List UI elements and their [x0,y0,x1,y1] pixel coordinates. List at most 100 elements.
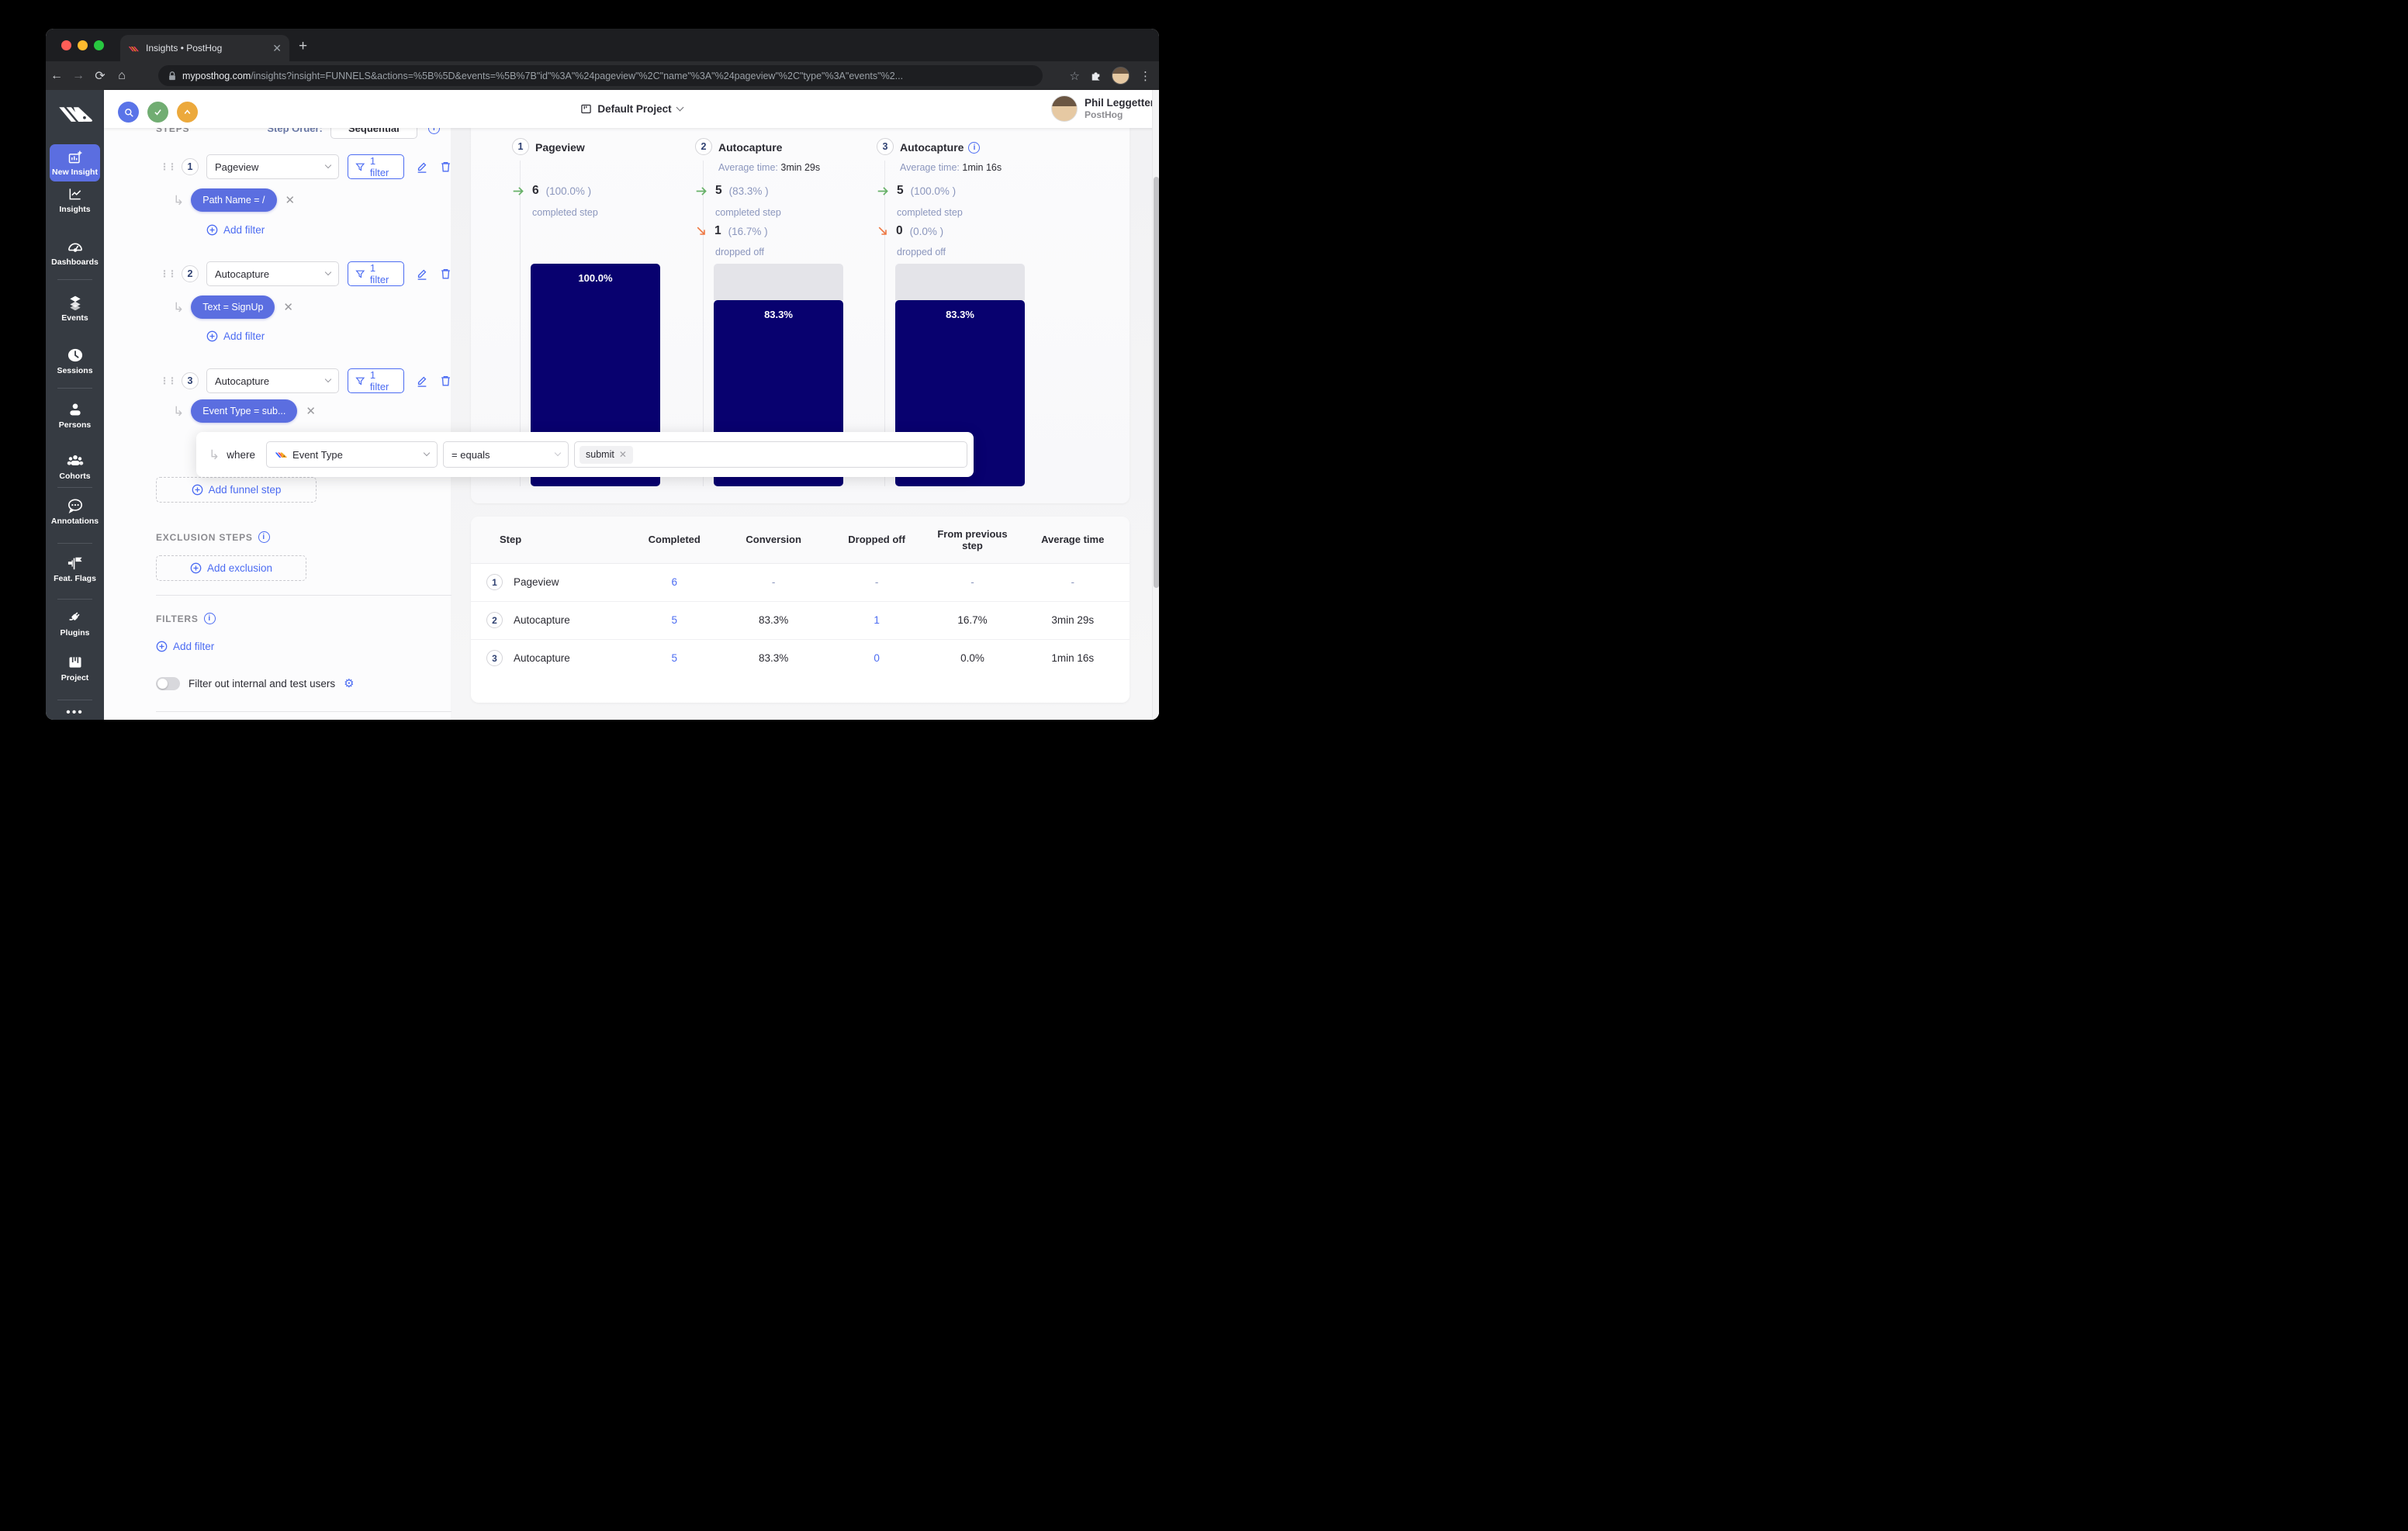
from-previous-value: - [970,576,974,588]
new-insight-icon [67,150,83,165]
completed-link[interactable]: 6 [671,576,677,588]
scrollbar-track[interactable] [1152,90,1159,720]
back-icon[interactable]: ← [46,69,67,83]
bookmark-star-icon[interactable]: ☆ [1070,69,1080,83]
delete-step-icon[interactable] [440,268,452,280]
value-input[interactable]: submit ✕ [574,441,967,468]
remove-filter-icon[interactable]: ✕ [283,300,293,314]
sidebar-item-label: Feat. Flags [54,574,96,583]
sidebar-item-dashboards[interactable]: Dashboards [46,239,104,267]
dropped-off-value: - [874,576,879,588]
step-event-select[interactable]: Autocapture [206,261,340,286]
zoom-window-button[interactable] [94,40,104,50]
chevron-down-icon [325,161,332,169]
minimize-window-button[interactable] [78,40,88,50]
sidebar-item-project[interactable]: Project [46,655,104,683]
remove-filter-icon[interactable]: ✕ [306,404,316,418]
posthog-logo[interactable] [46,102,104,123]
add-filter-link[interactable]: Add filter [156,224,452,236]
sidebar-item-annotations[interactable]: Annotations [46,498,104,526]
browser-profile-avatar[interactable] [1112,67,1130,85]
user-block[interactable]: Phil Leggetter PostHog [1050,95,1154,122]
filter-pill[interactable]: Text = SignUp [191,295,275,319]
add-funnel-step-button[interactable]: Add funnel step [156,477,317,503]
posthog-property-icon [275,452,287,458]
completed-link[interactable]: 5 [671,614,677,626]
browser-toolbar: ← → ⟳ ⌂ myposthog.com/insights?insight=F… [46,61,1159,90]
arrow-down-right-icon [697,226,705,235]
scrollbar-thumb[interactable] [1154,177,1159,588]
sidebar-item-cohorts[interactable]: Cohorts [46,453,104,481]
sidebar-item-insights[interactable]: Insights [46,186,104,214]
exclusion-steps-text: EXCLUSION STEPS [156,531,253,543]
step-order-info-icon[interactable]: i [427,128,440,134]
sidebar-item-feature-flags[interactable]: Feat. Flags [46,555,104,583]
url-bar[interactable]: myposthog.com/insights?insight=FUNNELS&a… [158,65,1043,86]
add-filter-label: Add filter [223,330,265,342]
filter-pill[interactable]: Path Name = / [191,188,277,212]
drag-handle-icon[interactable]: ⋮⋮ [160,269,177,278]
step-filter-button[interactable]: 1 filter [348,154,404,179]
edit-step-icon[interactable] [416,375,428,387]
nested-arrow-icon: ↳ [173,192,185,208]
delete-step-icon[interactable] [440,161,452,173]
sidebar-more-icon[interactable]: ••• [46,706,104,720]
info-icon[interactable]: i [203,613,216,624]
drag-handle-icon[interactable]: ⋮⋮ [160,376,177,385]
dropped-off-link[interactable]: 0 [874,652,880,664]
reload-icon[interactable]: ⟳ [89,68,111,84]
property-select[interactable]: Event Type [266,441,438,468]
dropped-off-label: dropped off [715,247,765,257]
property-value: Event Type [292,448,343,461]
sidebar-item-plugins[interactable]: Plugins [46,608,104,638]
operator-select[interactable]: = equals [443,441,569,468]
drag-handle-icon[interactable]: ⋮⋮ [160,162,177,171]
sidebar-item-label: Events [61,313,88,323]
browser-menu-icon[interactable]: ⋮ [1140,69,1151,83]
new-tab-button[interactable]: + [299,38,307,55]
filter-internal-users-toggle[interactable] [156,676,180,690]
funnel-step-title: Autocapture [718,141,783,154]
dropped-off-link[interactable]: 1 [874,614,880,626]
add-filter-link[interactable]: Add filter [156,330,452,342]
completed-step-label: completed step [715,207,781,218]
sidebar-item-sessions[interactable]: Sessions [46,347,104,375]
project-switcher[interactable]: Default Project [104,90,1159,128]
edit-step-icon[interactable] [416,268,428,280]
info-icon[interactable]: i [968,141,981,154]
delete-step-icon[interactable] [440,375,452,387]
step-event-select[interactable]: Pageview [206,154,340,179]
forward-icon[interactable]: → [67,69,89,83]
home-icon[interactable]: ⌂ [111,69,133,83]
sidebar-item-events[interactable]: Events [46,295,104,323]
filter-pill[interactable]: Event Type = sub... [191,399,298,423]
browser-tab[interactable]: Insights • PostHog ✕ [120,35,289,61]
col-completed: Completed [626,517,723,564]
col-step: Step [471,517,626,564]
funnel-step-title: Autocapture [900,141,964,154]
edit-step-icon[interactable] [416,161,428,173]
row-step-number: 3 [486,650,503,667]
sidebar-item-persons[interactable]: Persons [46,402,104,430]
info-icon[interactable]: i [258,531,270,543]
extensions-puzzle-icon[interactable] [1090,70,1102,81]
col-from-previous-step: From previous step [929,517,1016,564]
step-filter-button[interactable]: 1 filter [348,368,404,393]
step-event-select[interactable]: Autocapture [206,368,340,393]
value-tag[interactable]: submit ✕ [580,445,633,464]
gear-icon[interactable]: ⚙ [344,676,354,690]
step-filter-button[interactable]: 1 filter [348,261,404,286]
tab-close-icon[interactable]: ✕ [272,43,282,54]
completed-link[interactable]: 5 [671,652,677,664]
divider [156,595,452,596]
arrow-right-icon [696,186,707,195]
arrow-right-icon [513,186,524,195]
step-order-select[interactable]: Sequential [330,128,417,139]
col-conversion: Conversion [722,517,825,564]
add-global-filter-link[interactable]: Add filter [156,641,452,652]
remove-filter-icon[interactable]: ✕ [285,193,296,207]
sidebar-item-new-insight[interactable]: New Insight [50,144,100,181]
add-exclusion-button[interactable]: Add exclusion [156,555,306,581]
close-window-button[interactable] [61,40,71,50]
remove-value-icon[interactable]: ✕ [619,449,627,460]
